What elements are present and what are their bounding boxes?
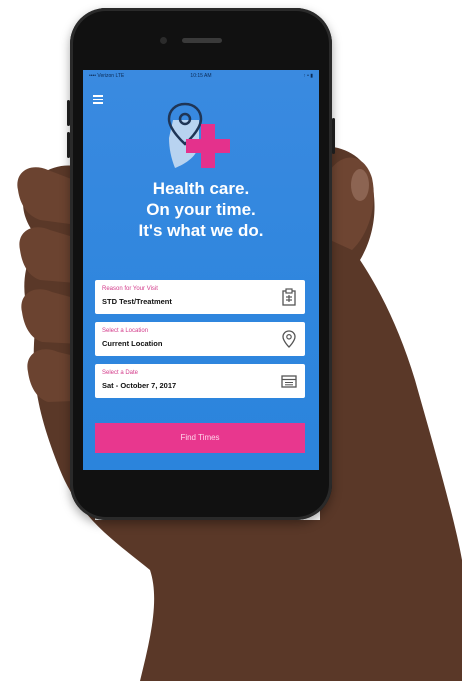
power-button <box>332 118 335 154</box>
hero-line-2: On your time. <box>146 200 256 219</box>
hero-line-1: Health care. <box>152 179 250 198</box>
location-value: Current Location <box>102 339 163 348</box>
hamburger-menu-icon[interactable] <box>93 95 103 104</box>
date-field[interactable]: Select a Date Sat - October 7, 2017 <box>95 364 305 398</box>
smartphone: •••• Verizon LTE 10:15 AM ↑ • ▮ Health c… <box>67 8 335 520</box>
location-pin-icon <box>282 330 296 348</box>
visit-reason-field[interactable]: Reason for Your Visit STD Test/Treatment <box>95 280 305 314</box>
location-field[interactable]: Select a Location Current Location <box>95 322 305 356</box>
date-label: Select a Date <box>102 370 139 376</box>
location-label: Select a Location <box>102 328 149 334</box>
volume-up-button <box>67 100 70 126</box>
visit-reason-label: Reason for Your Visit <box>102 286 158 292</box>
date-value: Sat - October 7, 2017 <box>102 381 177 390</box>
battery-indicator: ↑ • ▮ <box>303 73 313 79</box>
status-time: 10:15 AM <box>190 73 212 79</box>
calendar-icon <box>281 375 297 388</box>
status-bar: •••• Verizon LTE 10:15 AM ↑ • ▮ <box>83 70 319 82</box>
hero-line-3: It's what we do. <box>138 221 264 240</box>
volume-down-button <box>67 132 70 158</box>
front-camera <box>160 37 167 44</box>
location-pin-plus-icon <box>167 102 230 168</box>
app-screen: •••• Verizon LTE 10:15 AM ↑ • ▮ Health c… <box>83 70 319 470</box>
find-times-button[interactable]: Find Times <box>95 423 305 453</box>
visit-reason-value: STD Test/Treatment <box>102 297 172 306</box>
clipboard-icon <box>282 288 296 306</box>
earpiece-speaker <box>182 38 222 43</box>
